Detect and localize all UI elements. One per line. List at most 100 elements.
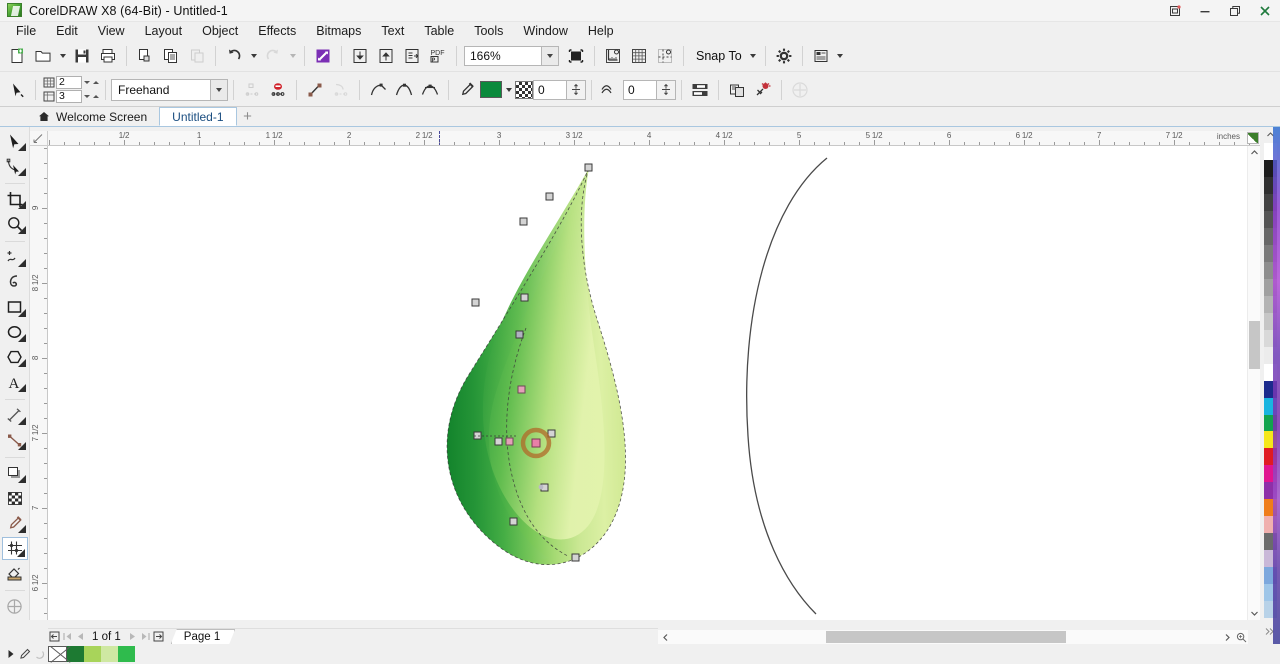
gear-icon[interactable]: [771, 43, 797, 69]
shape-tool[interactable]: [2, 155, 28, 178]
grid-icon[interactable]: [626, 43, 652, 69]
vertical-scrollbar[interactable]: [1247, 146, 1260, 620]
ruler-units-swatch-icon[interactable]: [1247, 132, 1259, 144]
previous-page-icon[interactable]: [74, 630, 87, 644]
outline-tool[interactable]: [2, 595, 28, 618]
outline-transparency-icon[interactable]: [515, 80, 533, 99]
application-launcher-icon[interactable]: [808, 43, 834, 69]
outline-pen-icon[interactable]: [18, 646, 32, 662]
zoom-level-input[interactable]: 166%: [464, 45, 542, 66]
horizontal-scrollbar-thumb[interactable]: [826, 631, 1066, 643]
status-swatch-1[interactable]: [67, 646, 84, 662]
interactive-fill-tool[interactable]: [1, 536, 28, 561]
menu-table[interactable]: Table: [414, 23, 464, 40]
pdf-icon[interactable]: PDF: [425, 43, 451, 69]
corel-connect-icon[interactable]: [310, 43, 336, 69]
scroll-right-icon[interactable]: [1220, 630, 1234, 644]
total-nodes-spinner[interactable]: [82, 90, 100, 103]
menu-view[interactable]: View: [88, 23, 135, 40]
vertical-scrollbar-thumb[interactable]: [1249, 321, 1260, 369]
horizontal-scrollbar[interactable]: [658, 630, 1248, 644]
status-swatch-2[interactable]: [84, 646, 101, 662]
redo-arrow-icon[interactable]: [260, 43, 286, 69]
curve-mode-dropdown-arrow-icon[interactable]: [211, 78, 228, 101]
curve-mode-select[interactable]: Freehand: [111, 78, 211, 101]
undo-dropdown-arrow-icon[interactable]: [247, 43, 260, 69]
page-tab-1[interactable]: Page 1: [171, 629, 235, 644]
zoom-tool[interactable]: [2, 213, 28, 236]
smoothing-spinner[interactable]: [657, 79, 676, 100]
eyedropper-icon[interactable]: [454, 77, 480, 103]
zoom-region-icon[interactable]: [1234, 630, 1248, 644]
artistic-media-tool[interactable]: [2, 271, 28, 294]
polygon-tool[interactable]: [2, 346, 28, 369]
pick-tool[interactable]: [2, 130, 28, 153]
redo-dropdown-arrow-icon[interactable]: [286, 43, 299, 69]
menu-object[interactable]: Object: [192, 23, 248, 40]
no-color-icon[interactable]: [32, 646, 46, 662]
no-fill-swatch[interactable]: [48, 646, 67, 662]
transparency-tool[interactable]: [2, 487, 28, 510]
scroll-left-icon[interactable]: [658, 630, 672, 644]
maximize-icon[interactable]: [1220, 0, 1250, 22]
ruler-origin-icon[interactable]: [30, 131, 48, 146]
export-to-icon[interactable]: [399, 43, 425, 69]
reduce-nodes-icon[interactable]: [750, 77, 776, 103]
menu-edit[interactable]: Edit: [46, 23, 88, 40]
rectangle-tool[interactable]: [2, 296, 28, 319]
menu-effects[interactable]: Effects: [248, 23, 306, 40]
snap-to-button[interactable]: Snap To: [689, 44, 747, 68]
outline-color-swatch[interactable]: [480, 81, 502, 98]
total-nodes-value[interactable]: 3: [56, 90, 82, 103]
restore-window-icon[interactable]: [1160, 0, 1190, 22]
menu-layout[interactable]: Layout: [135, 23, 193, 40]
new-tab-button[interactable]: +: [237, 107, 259, 126]
paste-icon[interactable]: [184, 43, 210, 69]
save-disk-icon[interactable]: [69, 43, 95, 69]
symmetrical-node-icon[interactable]: [417, 77, 443, 103]
status-swatch-3[interactable]: [101, 646, 118, 662]
parallel-dimension-tool[interactable]: [2, 404, 28, 427]
cut-icon[interactable]: [132, 43, 158, 69]
delete-node-icon[interactable]: [265, 77, 291, 103]
tab-welcome-screen[interactable]: Welcome Screen: [30, 107, 159, 126]
menu-bitmaps[interactable]: Bitmaps: [306, 23, 371, 40]
last-page-icon[interactable]: [139, 630, 152, 644]
vertical-ruler[interactable]: 9 8 1/2 8 7 1/2 7 6 1/2: [30, 146, 48, 620]
fullscreen-preview-icon[interactable]: [563, 43, 589, 69]
smart-fill-tool[interactable]: [2, 562, 28, 585]
line-node-icon[interactable]: [302, 77, 328, 103]
menu-text[interactable]: Text: [371, 23, 414, 40]
import-down-icon[interactable]: [347, 43, 373, 69]
next-page-icon[interactable]: [126, 630, 139, 644]
horizontal-ruler[interactable]: 1/2 1 1 1/2 2 2 1/2 3 3 1/2 4 4 1/2 5 5 1/2 6 6 1/2 7…: [48, 131, 1260, 146]
outline-color-dropdown-arrow-icon[interactable]: [502, 80, 515, 99]
align-nodes-icon[interactable]: [687, 77, 713, 103]
shape-tool-icon[interactable]: [4, 77, 30, 103]
open-dropdown-arrow-icon[interactable]: [56, 43, 69, 69]
printer-icon[interactable]: [95, 43, 121, 69]
outline-width-spinner[interactable]: [567, 79, 586, 100]
fill-arrow-icon[interactable]: [4, 646, 18, 662]
zoom-level-dropdown-arrow-icon[interactable]: [542, 45, 559, 66]
menu-file[interactable]: File: [6, 23, 46, 40]
application-launcher-dropdown-arrow-icon[interactable]: [834, 43, 847, 69]
color-palette[interactable]: [1260, 127, 1280, 644]
drawing-canvas[interactable]: [48, 146, 1248, 620]
close-icon[interactable]: [1250, 0, 1280, 22]
minimize-icon[interactable]: [1190, 0, 1220, 22]
add-page-before-icon[interactable]: [48, 630, 61, 644]
drop-shadow-tool[interactable]: [2, 462, 28, 485]
export-up-icon[interactable]: [373, 43, 399, 69]
text-tool[interactable]: A: [2, 371, 28, 394]
add-page-after-icon[interactable]: [152, 630, 165, 644]
freehand-tool[interactable]: [2, 246, 28, 269]
menu-window[interactable]: Window: [513, 23, 577, 40]
add-node-plus-icon[interactable]: [787, 77, 813, 103]
smoothing-input[interactable]: 0: [623, 79, 657, 100]
extend-curve-icon[interactable]: [328, 77, 354, 103]
close-curve-icon[interactable]: [239, 77, 265, 103]
crop-tool[interactable]: [2, 188, 28, 211]
ruler-icon[interactable]: [600, 43, 626, 69]
selected-nodes-value[interactable]: 2: [56, 76, 82, 89]
